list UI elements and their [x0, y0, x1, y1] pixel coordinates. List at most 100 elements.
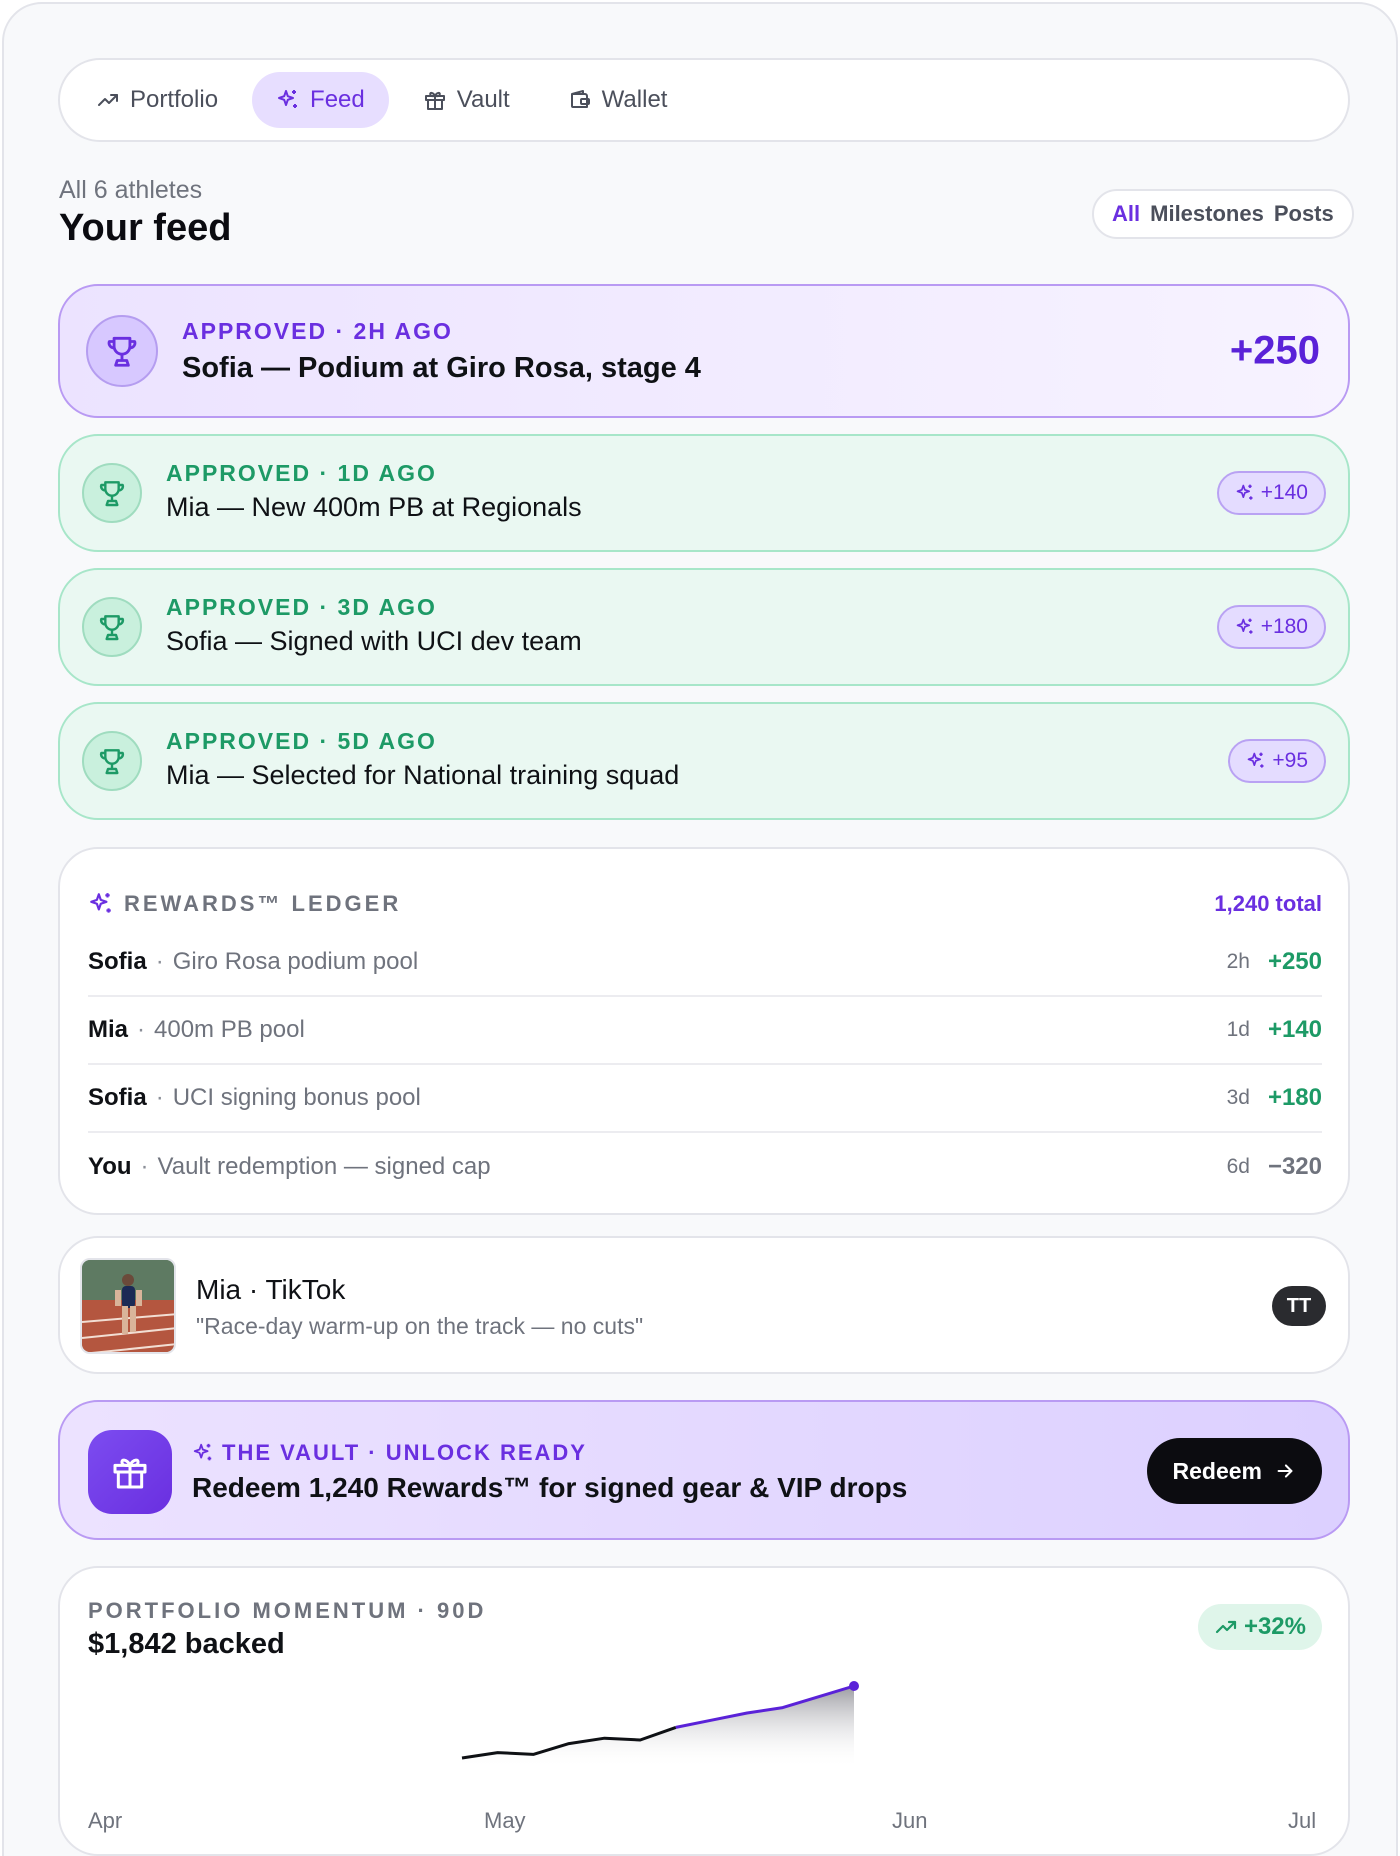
ledger-who: You	[88, 1153, 132, 1180]
trending-up-icon	[98, 94, 118, 106]
post-title: Mia · TikTok	[196, 1274, 346, 1305]
portfolio-momentum-card: PORTFOLIO MOMENTUM · 90D $1,842 backed +…	[58, 1566, 1350, 1856]
reward-amount: +140	[1260, 481, 1308, 504]
ledger-desc: 400m PB pool	[154, 1016, 305, 1043]
trending-up-icon	[1215, 1620, 1237, 1634]
reward-badge: +180	[1216, 605, 1326, 649]
ledger-who: Sofia	[88, 948, 147, 975]
milestone-text: Sofia — Signed with UCI dev team	[166, 626, 582, 656]
ledger-row: Mia · 400m PB pool 1d +140	[88, 997, 1322, 1065]
tab-label: Feed	[310, 86, 365, 113]
redeem-label: Redeem	[1172, 1457, 1262, 1484]
arrow-right-icon	[1277, 1464, 1293, 1478]
momentum-area	[462, 1686, 854, 1768]
milestone-text: Sofia — Podium at Giro Rosa, stage 4	[182, 352, 701, 384]
app-frame: Portfolio Feed Vault Wallet All 6 athlet…	[2, 2, 1398, 1856]
milestone-meta: APPROVED · 3D AGO	[166, 594, 437, 620]
ledger-amount: +180	[1267, 1084, 1322, 1111]
gift-icon	[424, 91, 445, 110]
trophy-icon	[82, 597, 142, 657]
sparkles-icon	[1236, 618, 1253, 634]
momentum-change-badge: +32%	[1197, 1604, 1322, 1650]
tab-label: Vault	[456, 86, 510, 113]
feed-filter: All Milestones Posts	[1092, 189, 1354, 239]
ledger-desc: Vault redemption — signed cap	[157, 1153, 491, 1180]
filter-milestones[interactable]: Milestones	[1150, 201, 1264, 227]
sparkles-icon	[278, 90, 298, 108]
ledger-row: Sofia · UCI signing bonus pool 3d +180	[88, 1065, 1322, 1133]
ledger-who: Sofia	[88, 1084, 147, 1111]
vault-banner: THE VAULT · UNLOCK READY Redeem 1,240 Re…	[58, 1400, 1350, 1540]
milestone-card[interactable]: APPROVED · 1D AGO Mia — New 400m PB at R…	[58, 434, 1350, 552]
reward-badge: +140	[1216, 471, 1326, 515]
filter-all[interactable]: All	[1112, 201, 1140, 227]
ledger-row: You · Vault redemption — signed cap 6d −…	[88, 1133, 1322, 1201]
tab-feed[interactable]: Feed	[252, 72, 389, 128]
momentum-label: PORTFOLIO MOMENTUM · 90D	[88, 1598, 487, 1623]
page-title: Your feed	[59, 207, 232, 249]
separator: ·	[137, 1016, 146, 1043]
milestone-meta: APPROVED · 5D AGO	[166, 728, 437, 754]
post-caption: "Race-day warm-up on the track — no cuts…	[196, 1313, 644, 1339]
ledger-desc: UCI signing bonus pool	[172, 1084, 421, 1111]
top-nav: Portfolio Feed Vault Wallet	[58, 58, 1350, 142]
filter-posts[interactable]: Posts	[1274, 201, 1334, 227]
tab-wallet[interactable]: Wallet	[544, 72, 692, 128]
separator: ·	[155, 1084, 164, 1111]
x-axis-label: Jul	[1288, 1808, 1317, 1833]
tiktok-badge: TT	[1272, 1286, 1326, 1326]
milestone-card[interactable]: APPROVED · 3D AGO Sofia — Signed with UC…	[58, 568, 1350, 686]
separator: ·	[140, 1153, 149, 1180]
social-post-card[interactable]: Mia · TikTok "Race-day warm-up on the tr…	[58, 1236, 1350, 1374]
momentum-endpoint	[849, 1681, 859, 1691]
momentum-change: +32%	[1243, 1613, 1306, 1640]
milestone-text: Mia — Selected for National training squ…	[166, 760, 680, 790]
ledger-ago: 3d	[1226, 1086, 1250, 1109]
post-thumbnail[interactable]	[80, 1258, 176, 1354]
ledger-amount: −320	[1267, 1153, 1322, 1180]
wallet-icon	[570, 90, 590, 108]
reward-amount: +95	[1272, 749, 1308, 772]
reward-amount: +250	[1229, 328, 1320, 373]
rewards-ledger: REWARDS™ LEDGER 1,240 total Sofia · Giro…	[58, 847, 1350, 1215]
ledger-who: Mia	[88, 1016, 129, 1043]
gift-icon	[88, 1430, 172, 1514]
trophy-icon	[82, 463, 142, 523]
sparkles-icon	[90, 893, 111, 913]
ledger-total: 1,240 total	[1214, 891, 1322, 916]
reward-amount: +180	[1260, 615, 1308, 638]
vault-meta: THE VAULT · UNLOCK READY	[192, 1440, 587, 1466]
sparkles-icon	[1248, 752, 1264, 768]
tab-label: Wallet	[601, 86, 668, 113]
reward-badge: +95	[1228, 739, 1326, 783]
ledger-amount: +250	[1267, 948, 1322, 975]
tab-vault[interactable]: Vault	[399, 72, 534, 128]
tab-label: Portfolio	[130, 86, 219, 113]
vault-text: Redeem 1,240 Rewards™ for signed gear & …	[192, 1472, 908, 1503]
milestone-meta: APPROVED · 1D AGO	[166, 460, 437, 486]
milestone-text: Mia — New 400m PB at Regionals	[166, 492, 582, 522]
feed-subtitle: All 6 athletes	[59, 176, 203, 204]
milestone-meta: APPROVED · 2H AGO	[182, 318, 453, 344]
ledger-header: REWARDS™ LEDGER	[88, 891, 401, 917]
x-axis-label: Apr	[88, 1808, 123, 1833]
vault-meta-label: THE VAULT · UNLOCK READY	[222, 1440, 587, 1465]
ledger-title: REWARDS™ LEDGER	[124, 891, 402, 916]
sparkles-icon	[1236, 484, 1253, 500]
tab-portfolio[interactable]: Portfolio	[72, 72, 242, 128]
trophy-icon	[86, 315, 158, 387]
ledger-ago: 1d	[1226, 1018, 1250, 1041]
separator: ·	[155, 948, 164, 975]
sparkles-icon	[193, 1443, 212, 1461]
x-axis-label: Jun	[892, 1808, 928, 1833]
redeem-button[interactable]: Redeem	[1146, 1438, 1322, 1504]
momentum-value: $1,842 backed	[88, 1628, 285, 1660]
trophy-icon	[82, 731, 142, 791]
x-axis-label: May	[484, 1808, 526, 1833]
ledger-ago: 2h	[1226, 950, 1250, 973]
ledger-amount: +140	[1267, 1016, 1322, 1043]
ledger-row: Sofia · Giro Rosa podium pool 2h +250	[88, 929, 1322, 997]
milestone-card[interactable]: APPROVED · 5D AGO Mia — Selected for Nat…	[58, 702, 1350, 820]
milestone-card-featured[interactable]: APPROVED · 2H AGO Sofia — Podium at Giro…	[58, 284, 1350, 418]
ledger-desc: Giro Rosa podium pool	[172, 948, 419, 975]
